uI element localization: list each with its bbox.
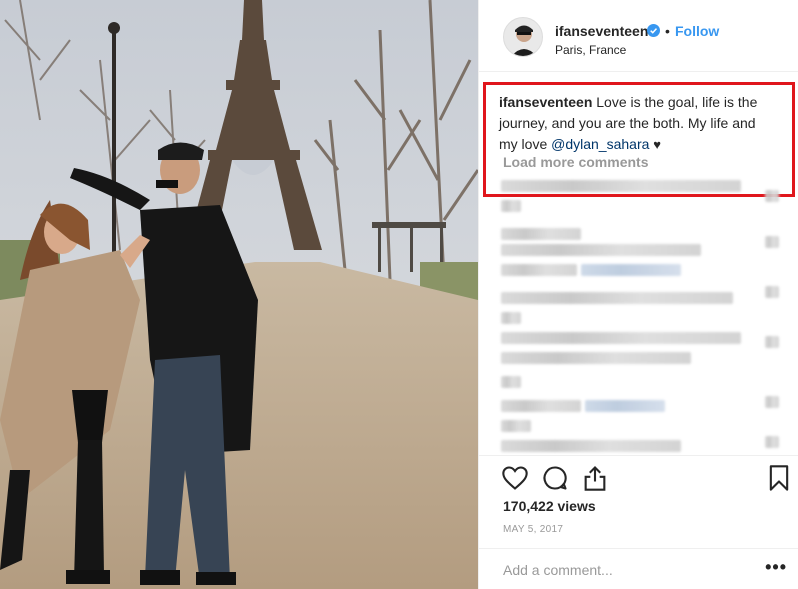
header-username[interactable]: ifanseventeen [555, 23, 648, 39]
speech-bubble-icon[interactable] [541, 464, 569, 492]
follow-button[interactable]: Follow [675, 23, 719, 39]
caption-heart-icon: ♥ [653, 137, 662, 152]
post-actions [479, 455, 798, 495]
view-count: 170,422 views [503, 498, 596, 514]
share-icon[interactable] [581, 464, 609, 492]
bookmark-icon[interactable] [765, 464, 793, 492]
comment-bar: ••• [479, 548, 798, 589]
avatar[interactable] [503, 17, 543, 57]
verified-badge-icon [647, 24, 660, 37]
post-photo[interactable] [0, 0, 478, 589]
more-options-button[interactable]: ••• [765, 557, 787, 578]
comment-input[interactable] [503, 562, 743, 578]
post-photo-illustration [0, 0, 478, 589]
blurred-comments-list [495, 176, 785, 454]
avatar-image [504, 18, 542, 56]
header-separator: • [665, 23, 670, 39]
heart-outline-icon[interactable] [501, 464, 529, 492]
post-date[interactable]: MAY 5, 2017 [503, 524, 563, 535]
caption-mention[interactable]: @dylan_sahara [551, 136, 649, 152]
post-header: ifanseventeen • Follow Paris, France [479, 0, 798, 72]
caption-username[interactable]: ifanseventeen [499, 94, 592, 110]
post-sidebar: ifanseventeen • Follow Paris, France ifa… [478, 0, 798, 589]
post-location[interactable]: Paris, France [555, 43, 626, 57]
post-caption: ifanseventeen Love is the goal, life is … [499, 92, 771, 155]
load-more-comments-button[interactable]: Load more comments [503, 154, 648, 170]
